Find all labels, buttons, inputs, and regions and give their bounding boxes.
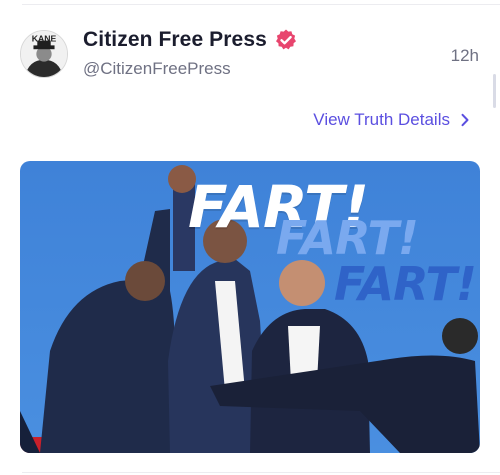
post-media-image[interactable]: FART! FART! FART! — [20, 161, 480, 453]
view-truth-details-link[interactable]: View Truth Details — [313, 110, 472, 130]
verified-badge-icon — [274, 28, 298, 52]
avatar-text: KANE — [32, 34, 57, 44]
author-row: Citizen Free Press — [83, 28, 298, 52]
author-handle[interactable]: @CitizenFreePress — [83, 59, 231, 79]
overlay-word-3: FART! — [334, 257, 477, 311]
top-divider — [22, 4, 500, 5]
bottom-divider — [22, 472, 500, 473]
scrollbar[interactable] — [493, 74, 496, 108]
view-truth-details-label: View Truth Details — [313, 110, 450, 129]
truth-post-card: KANE Citizen Free Press @CitizenFreePres… — [0, 0, 500, 475]
author-name[interactable]: Citizen Free Press — [83, 28, 267, 52]
post-timestamp[interactable]: 12h — [451, 46, 479, 66]
chevron-right-icon — [458, 113, 472, 127]
avatar[interactable]: KANE — [20, 30, 68, 78]
